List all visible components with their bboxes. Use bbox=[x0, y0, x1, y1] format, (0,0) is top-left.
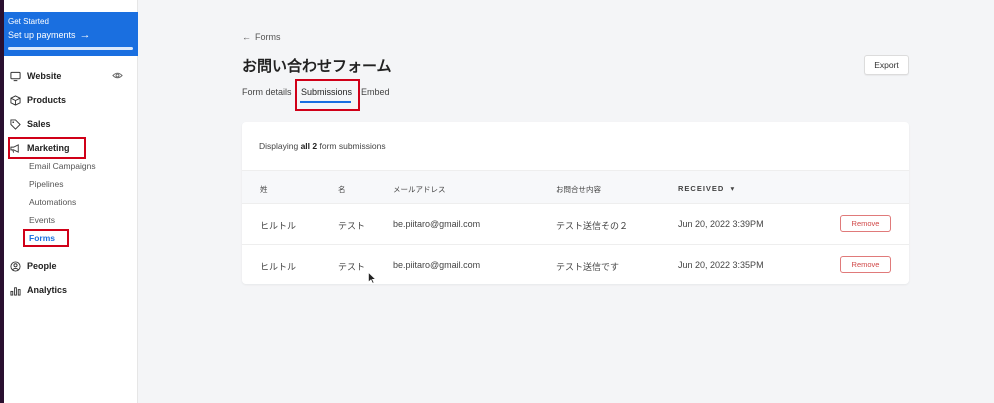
arrow-right-icon: → bbox=[79, 29, 91, 41]
caret-down-icon: ▾ bbox=[730, 184, 736, 193]
column-header-first-name[interactable]: 名 bbox=[338, 184, 346, 195]
setup-progress-bar bbox=[8, 47, 133, 50]
banner-title: Set up payments → bbox=[8, 28, 134, 42]
bar-chart-icon bbox=[10, 286, 21, 296]
sidebar-item-label: Website bbox=[27, 71, 62, 81]
cell-last-name: ヒルトル bbox=[260, 262, 297, 272]
highlight-marketing bbox=[8, 137, 86, 159]
cell-content: テスト送信です bbox=[556, 262, 620, 272]
sidebar-item-website[interactable]: Website bbox=[10, 68, 61, 84]
remove-button[interactable]: Remove bbox=[840, 215, 891, 232]
cell-first-name: テスト bbox=[338, 221, 366, 231]
export-button[interactable]: Export bbox=[864, 55, 909, 75]
user-circle-icon bbox=[10, 260, 21, 272]
remove-button[interactable]: Remove bbox=[840, 256, 891, 273]
sidebar-item-people[interactable]: People bbox=[10, 258, 57, 274]
sidebar-subitem-pipelines[interactable]: Pipelines bbox=[29, 178, 64, 190]
back-link-label: Forms bbox=[255, 32, 281, 42]
column-header-email[interactable]: メールアドレス bbox=[393, 184, 446, 195]
column-header-received-label: RECEIVED bbox=[678, 184, 725, 193]
tag-icon bbox=[10, 118, 21, 130]
cell-email: be.piitaro@gmail.com bbox=[393, 260, 481, 270]
table-header: 姓 名 メールアドレス お問合せ内容 RECEIVED ▾ bbox=[242, 170, 909, 204]
cell-content: テスト送信その２ bbox=[556, 221, 629, 231]
sidebar-item-products[interactable]: Products bbox=[10, 92, 66, 108]
cell-first-name: テスト bbox=[338, 262, 366, 272]
sidebar-item-label: Analytics bbox=[27, 285, 68, 295]
sidebar-subitem-automations[interactable]: Automations bbox=[29, 196, 76, 208]
sidebar-item-analytics[interactable]: Analytics bbox=[10, 282, 67, 298]
back-link[interactable]: ← Forms bbox=[242, 32, 281, 42]
submissions-summary: Displaying all 2 form submissions bbox=[259, 141, 386, 151]
tab-embed[interactable]: Embed bbox=[361, 87, 390, 97]
sidebar-item-label: People bbox=[27, 261, 57, 271]
cell-received: Jun 20, 2022 3:35PM bbox=[678, 260, 764, 270]
banner-eyebrow: Get Started bbox=[8, 17, 49, 26]
tab-form-details[interactable]: Form details bbox=[242, 87, 292, 97]
sidebar-subitem-events[interactable]: Events bbox=[29, 214, 55, 226]
summary-prefix: Displaying bbox=[259, 141, 301, 151]
arrow-left-icon: ← bbox=[242, 32, 251, 42]
banner-title-text: Set up payments bbox=[8, 30, 76, 40]
table-row: ヒルトル テスト be.piitaro@gmail.com テスト送信です Ju… bbox=[242, 245, 909, 286]
mouse-cursor-icon bbox=[368, 272, 376, 284]
column-header-content[interactable]: お問合せ内容 bbox=[556, 184, 601, 195]
column-header-last-name[interactable]: 姓 bbox=[260, 184, 268, 195]
cell-received: Jun 20, 2022 3:39PM bbox=[678, 219, 764, 229]
sidebar-item-label: Sales bbox=[27, 119, 51, 129]
sidebar-item-label: Products bbox=[27, 95, 67, 105]
sidebar-item-sales[interactable]: Sales bbox=[10, 116, 51, 132]
column-header-received[interactable]: RECEIVED ▾ bbox=[678, 184, 735, 193]
sidebar-subitem-email-campaigns[interactable]: Email Campaigns bbox=[29, 160, 96, 172]
highlight-forms bbox=[23, 229, 69, 247]
summary-count: all 2 bbox=[300, 141, 318, 151]
cell-last-name: ヒルトル bbox=[260, 221, 297, 231]
box-icon bbox=[10, 94, 21, 106]
eye-icon[interactable] bbox=[112, 70, 123, 81]
cell-email: be.piitaro@gmail.com bbox=[393, 219, 481, 229]
monitor-icon bbox=[10, 71, 21, 81]
highlight-submissions bbox=[295, 79, 360, 111]
table-row: ヒルトル テスト be.piitaro@gmail.com テスト送信その２ J… bbox=[242, 204, 909, 245]
submissions-card: Displaying all 2 form submissions 姓 名 メー… bbox=[242, 122, 909, 284]
page-title: お問い合わせフォーム bbox=[242, 58, 392, 75]
setup-payments-banner[interactable]: Get Started Set up payments → bbox=[4, 12, 138, 56]
summary-suffix: form submissions bbox=[317, 141, 386, 151]
